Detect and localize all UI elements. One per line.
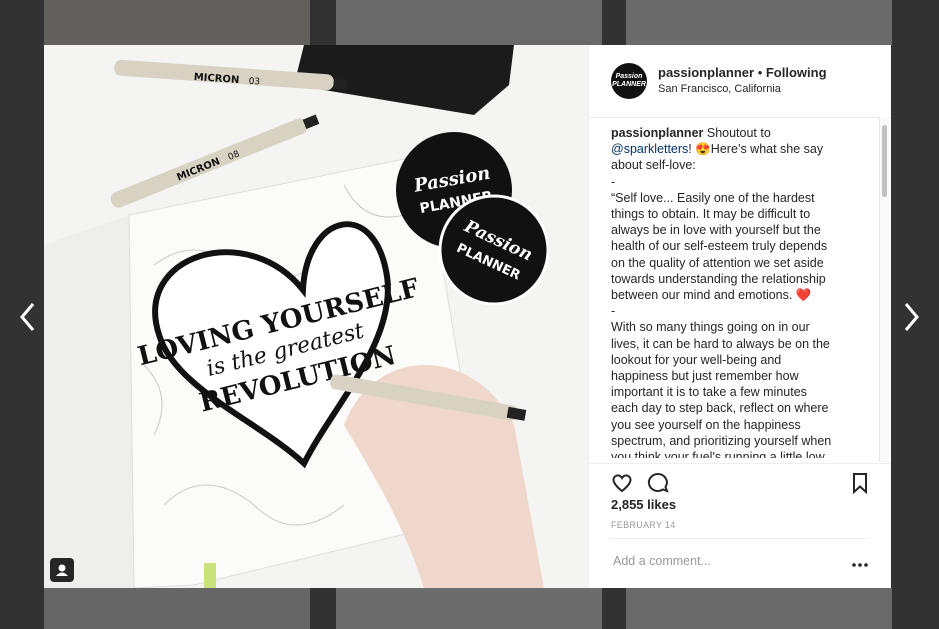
caption-text: health of our self-esteem truly depends — [611, 239, 828, 254]
speech-bubble-icon[interactable] — [645, 470, 671, 496]
caption-line: you see yourself on the happiness — [611, 417, 863, 433]
caption-text: important it is to take a few minutes — [611, 385, 807, 400]
caption-line: between our mind and emotions. ❤️ — [611, 287, 863, 303]
caption-line: always be in love with yourself but the — [611, 222, 863, 238]
user-tag-icon[interactable] — [50, 558, 74, 582]
caption-line: - — [611, 303, 863, 319]
header-username[interactable]: passionplanner — [658, 65, 754, 80]
caption-line: lookout for your well-being and — [611, 352, 863, 368]
mention-link[interactable]: @sparkletters — [611, 142, 688, 156]
caption-line: towards understanding the relationship — [611, 271, 863, 287]
notebook-illustration: LOVING YOURSELF is the greatest REVOLUTI… — [44, 45, 588, 588]
caption-line: each day to step back, reflect on where — [611, 400, 863, 416]
caption-text: towards understanding the relationship — [611, 271, 826, 286]
caption-line: spectrum, and prioritizing yourself when — [611, 433, 863, 449]
caption-line: - — [611, 174, 863, 190]
caption-line: lives, it can be hard to always be on th… — [611, 336, 863, 352]
avatar[interactable]: Passion PLANNER — [611, 63, 647, 99]
caption-text: about self-love: — [611, 158, 696, 173]
caption-line: you think your fuel's running a little l… — [611, 449, 863, 458]
header-user-row: passionplanner • Following — [658, 65, 827, 80]
caption-text: things to obtain. It may be difficult to — [611, 207, 811, 222]
caption-text: you see yourself on the happiness — [611, 417, 801, 432]
caption-text: you think your fuel's running a little l… — [611, 450, 828, 458]
follow-status-button[interactable]: Following — [766, 65, 827, 80]
caption-line: things to obtain. It may be difficult to — [611, 206, 863, 222]
caption-line: important it is to take a few minutes — [611, 384, 863, 400]
caption-scrollbar[interactable] — [879, 117, 889, 462]
caption-line: With so many things going on in our — [611, 319, 863, 335]
comment-bar — [609, 538, 869, 589]
caption-text: between our mind and emotions. ❤️ — [611, 288, 812, 303]
caption-line: happiness but just remember how — [611, 368, 863, 384]
chevron-left-icon[interactable] — [14, 300, 42, 334]
caption-line: health of our self-esteem truly depends — [611, 238, 863, 254]
caption-text: ! 😍Here’s what she say — [688, 142, 824, 157]
post-modal: LOVING YOURSELF is the greatest REVOLUTI… — [44, 45, 891, 588]
caption-text: - — [611, 174, 616, 189]
bookmark-icon[interactable] — [847, 470, 873, 496]
caption-text: each day to step back, reflect on where — [611, 401, 829, 416]
caption-text: lives, it can be hard to always be on th… — [611, 336, 830, 351]
post-photo[interactable]: LOVING YOURSELF is the greatest REVOLUTI… — [44, 45, 588, 588]
caption-text: Shoutout to — [703, 126, 771, 140]
post-header: Passion PLANNER passionplanner • Followi… — [589, 45, 891, 118]
post-details-panel: Passion PLANNER passionplanner • Followi… — [588, 45, 891, 588]
caption-text: spectrum, and prioritizing yourself when — [611, 433, 832, 448]
chevron-right-icon[interactable] — [897, 300, 925, 334]
caption-text: lookout for your well-being and — [611, 352, 782, 367]
caption-line: on the quality of attention we set aside — [611, 255, 863, 271]
caption-line: passionplanner Shoutout to — [611, 125, 863, 141]
heart-outline-icon[interactable] — [609, 470, 635, 496]
caption-line: “Self love... Easily one of the hardest — [611, 190, 863, 206]
caption: passionplanner Shoutout to @sparkletters!… — [611, 125, 863, 458]
caption-text: - — [611, 304, 616, 319]
caption-text: happiness but just remember how — [611, 369, 799, 384]
scrollbar-thumb[interactable] — [882, 125, 887, 197]
header-separator: • — [754, 65, 766, 80]
caption-text: With so many things going on in our — [611, 320, 810, 335]
more-dots-icon[interactable] — [851, 557, 869, 567]
comment-input[interactable] — [611, 553, 835, 569]
location-link[interactable]: San Francisco, California — [658, 83, 781, 95]
caption-text: on the quality of attention we set aside — [611, 255, 824, 270]
sticker-2: Passion PLANNER — [438, 194, 550, 306]
svg-text:03: 03 — [248, 77, 260, 88]
caption-text: always be in love with yourself but the — [611, 223, 821, 238]
caption-line: @sparkletters! 😍Here’s what she say — [611, 141, 863, 157]
post-date[interactable]: FEBRUARY 14 — [611, 520, 676, 530]
caption-line: about self-love: — [611, 157, 863, 173]
action-bar — [589, 463, 891, 500]
caption-username[interactable]: passionplanner — [611, 126, 703, 140]
caption-text: “Self love... Easily one of the hardest — [611, 190, 815, 205]
like-count[interactable]: 2,855 likes — [611, 497, 676, 512]
